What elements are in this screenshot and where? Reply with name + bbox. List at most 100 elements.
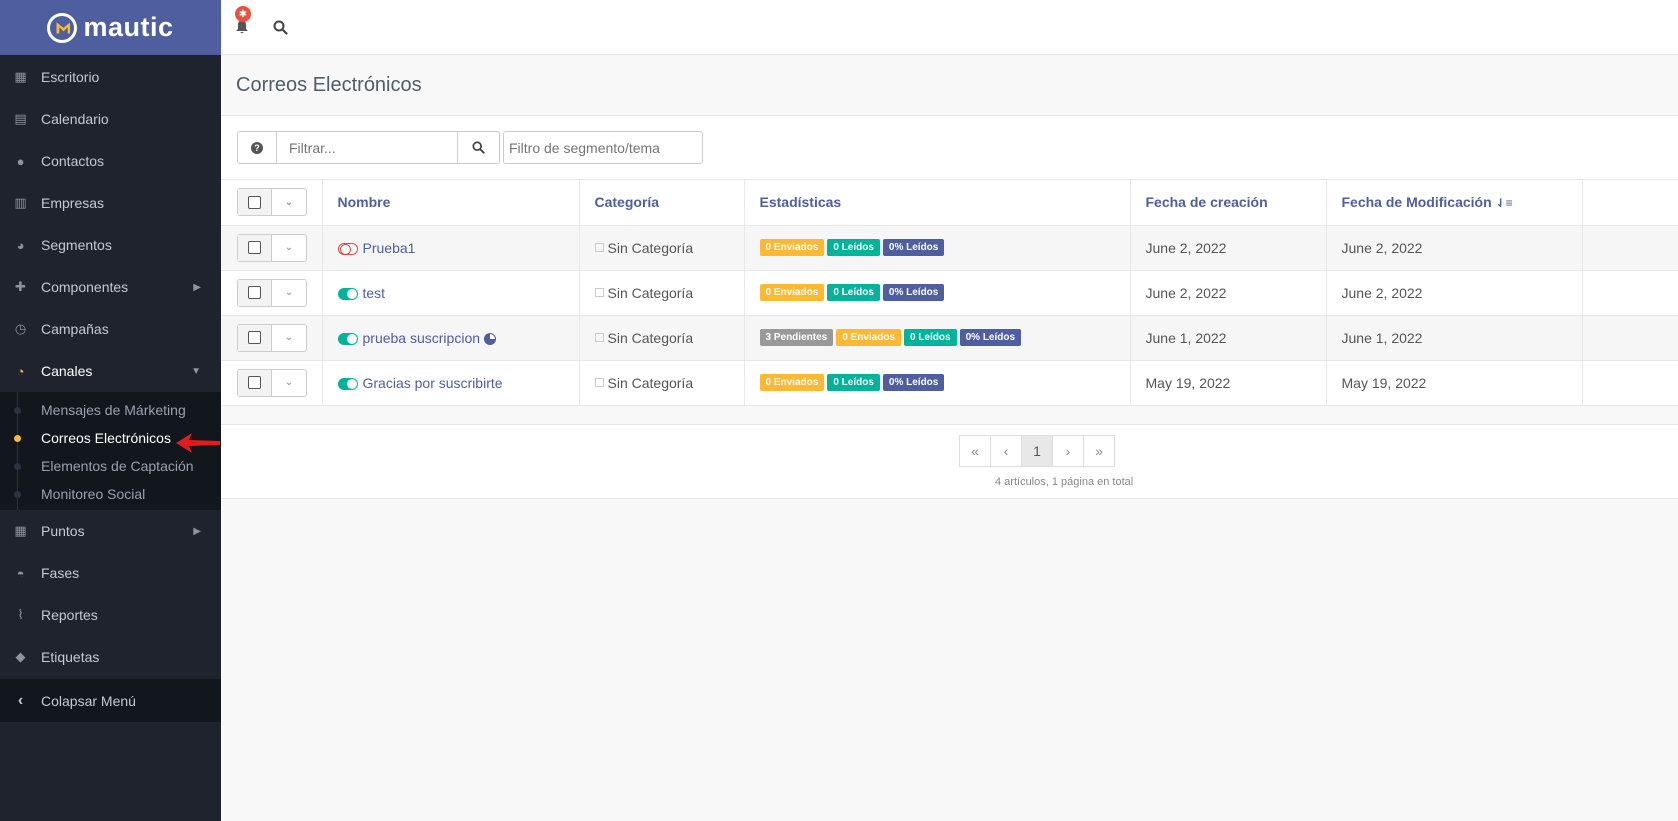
- column-header-stats: Estadísticas: [744, 180, 1131, 226]
- sidebar-item-etiquetas[interactable]: ◆ Etiquetas: [0, 636, 221, 678]
- row-checkbox[interactable]: [238, 324, 272, 351]
- search-icon: [472, 141, 485, 154]
- row-select-cell: ⌄: [221, 225, 323, 271]
- segment-filter-input[interactable]: [503, 131, 703, 164]
- top-bar: ✱: [221, 0, 1678, 55]
- stat-badge-read-pct: 0% Leídos: [882, 374, 945, 392]
- sidebar-item-label: Fases: [41, 565, 80, 581]
- search-icon: [273, 20, 288, 35]
- mautic-logo[interactable]: mautic: [47, 12, 173, 43]
- user-icon: ●: [16, 153, 25, 169]
- rss-icon: ◔: [16, 363, 25, 379]
- sidebar-item-campanas[interactable]: ◷ Campañas: [0, 308, 221, 350]
- email-name-link[interactable]: test: [363, 285, 386, 301]
- row-action-group: ⌄: [237, 278, 307, 307]
- chevron-down-icon: ⌄: [284, 242, 294, 253]
- row-category-cell: Sin Categoría: [579, 315, 745, 361]
- row-checkbox[interactable]: [238, 369, 272, 396]
- sidebar-item-canales[interactable]: ◔ Canales ▼: [0, 350, 221, 392]
- stat-badge-read: 0 Leídos: [827, 374, 880, 392]
- select-all-group: ⌄: [237, 188, 307, 217]
- publish-toggle-on-icon[interactable]: [337, 332, 358, 345]
- publish-toggle-on-icon[interactable]: [337, 377, 358, 390]
- sidebar-item-empresas[interactable]: ▥ Empresas: [0, 182, 221, 224]
- main-content: ? ⌄ Nombre: [221, 116, 1678, 821]
- sidebar-item-label: Canales: [41, 363, 93, 379]
- brand-header[interactable]: mautic: [0, 0, 221, 55]
- submenu-item-mensajes[interactable]: Mensajes de Márketing: [0, 396, 221, 424]
- table-row: ⌄ Prueba1 Sin Categoría 0 Enviados 0 Leíd…: [221, 225, 1678, 271]
- stat-badge-sent: 0 Enviados: [759, 239, 825, 257]
- row-modified-date: June 2, 2022: [1326, 270, 1583, 316]
- row-actions-dropdown[interactable]: ⌄: [272, 280, 306, 306]
- column-header-name[interactable]: Nombre: [322, 180, 580, 226]
- notification-badge: ✱: [235, 6, 251, 22]
- sidebar-item-puntos[interactable]: ▦ Puntos ▶: [0, 510, 221, 552]
- last-page-button[interactable]: »: [1083, 434, 1115, 467]
- row-extra-cell: [1582, 315, 1678, 361]
- row-actions-dropdown[interactable]: ⌄: [272, 370, 306, 396]
- category-color-icon: [594, 287, 604, 297]
- row-name-cell: prueba suscripcion: [322, 315, 580, 361]
- sidebar-item-escritorio[interactable]: ▦ Escritorio: [0, 56, 221, 98]
- row-select-cell: ⌄: [221, 360, 323, 406]
- list-panel: ? ⌄ Nombre: [221, 116, 1678, 406]
- column-header-modified[interactable]: Fecha de Modificación ⇃≡: [1326, 180, 1583, 226]
- stat-badge-sent: 0 Enviados: [759, 284, 825, 302]
- search-help-button[interactable]: ?: [237, 131, 276, 164]
- category-label: Sin Categoría: [607, 284, 694, 301]
- row-select-cell: ⌄: [221, 270, 323, 316]
- sidebar-item-calendario[interactable]: ▤ Calendario: [0, 98, 221, 140]
- row-name-cell: Prueba1: [322, 225, 580, 271]
- email-name-link[interactable]: prueba suscripcion: [363, 330, 481, 346]
- email-name-link[interactable]: Gracias por suscribirte: [363, 375, 503, 391]
- brand-name: mautic: [83, 12, 174, 42]
- sidebar-item-label: Componentes: [41, 279, 129, 295]
- sidebar-item-componentes[interactable]: ✚ Componentes ▶: [0, 266, 221, 308]
- notifications-button[interactable]: ✱: [233, 6, 251, 36]
- collapse-menu-button[interactable]: ‹ Colapsar Menú: [0, 679, 221, 722]
- bullet-icon: [14, 406, 21, 414]
- pie-chart-icon: ◕: [16, 237, 25, 253]
- sidebar-item-label: Calendario: [41, 111, 109, 127]
- line-chart-icon: ⌇: [17, 607, 24, 622]
- submenu-item-monitoreo[interactable]: Monitoreo Social: [0, 480, 221, 508]
- prev-page-button[interactable]: ‹: [990, 434, 1022, 467]
- submenu-item-captacion[interactable]: Elementos de Captación: [0, 452, 221, 480]
- bulk-actions-dropdown[interactable]: ⌄: [272, 189, 306, 215]
- page-button-current[interactable]: 1: [1021, 434, 1053, 467]
- sidebar-item-label: Contactos: [41, 153, 105, 169]
- global-search-button[interactable]: [273, 20, 288, 35]
- chevron-down-icon: ⌄: [284, 377, 294, 388]
- table-row: ⌄ prueba suscripcion Sin Categoría 3 Pen…: [221, 315, 1678, 361]
- sidebar-item-label: Campañas: [41, 321, 109, 337]
- next-page-button[interactable]: ›: [1052, 434, 1084, 467]
- first-page-button[interactable]: «: [959, 434, 991, 467]
- publish-toggle-off-icon[interactable]: [337, 242, 358, 255]
- column-header-created[interactable]: Fecha de creación: [1130, 180, 1327, 226]
- sidebar-item-segmentos[interactable]: ◕ Segmentos: [0, 224, 221, 266]
- filter-search-button[interactable]: [458, 131, 500, 164]
- sidebar-item-contactos[interactable]: ● Contactos: [0, 140, 221, 182]
- sidebar-item-label: Etiquetas: [41, 649, 100, 665]
- email-name-link[interactable]: Prueba1: [363, 240, 416, 256]
- pagination-bar: « ‹ 1 › » 4 artículos, 1 página en total: [221, 423, 1678, 499]
- chevron-down-icon: ⌄: [284, 196, 294, 208]
- filter-input[interactable]: [276, 131, 458, 164]
- row-actions-dropdown[interactable]: ⌄: [272, 235, 306, 261]
- row-checkbox[interactable]: [238, 279, 272, 306]
- row-checkbox[interactable]: [238, 234, 272, 261]
- submenu-item-label: Correos Electrónicos: [41, 430, 171, 446]
- column-header-category[interactable]: Categoría: [579, 180, 745, 226]
- publish-toggle-on-icon[interactable]: [337, 287, 358, 300]
- row-actions-dropdown[interactable]: ⌄: [272, 325, 306, 351]
- calendar-icon: ▤: [14, 111, 27, 126]
- sidebar-item-fases[interactable]: ◓ Fases: [0, 552, 221, 594]
- stat-badge-sent: 0 Enviados: [836, 329, 902, 347]
- pagination: « ‹ 1 › »: [959, 434, 1115, 467]
- row-extra-cell: [1582, 270, 1678, 316]
- select-all-checkbox[interactable]: [238, 189, 272, 216]
- tachometer-icon: ◓: [16, 565, 25, 581]
- sidebar-item-reportes[interactable]: ⌇ Reportes: [0, 594, 221, 636]
- clock-icon: ◷: [14, 321, 27, 336]
